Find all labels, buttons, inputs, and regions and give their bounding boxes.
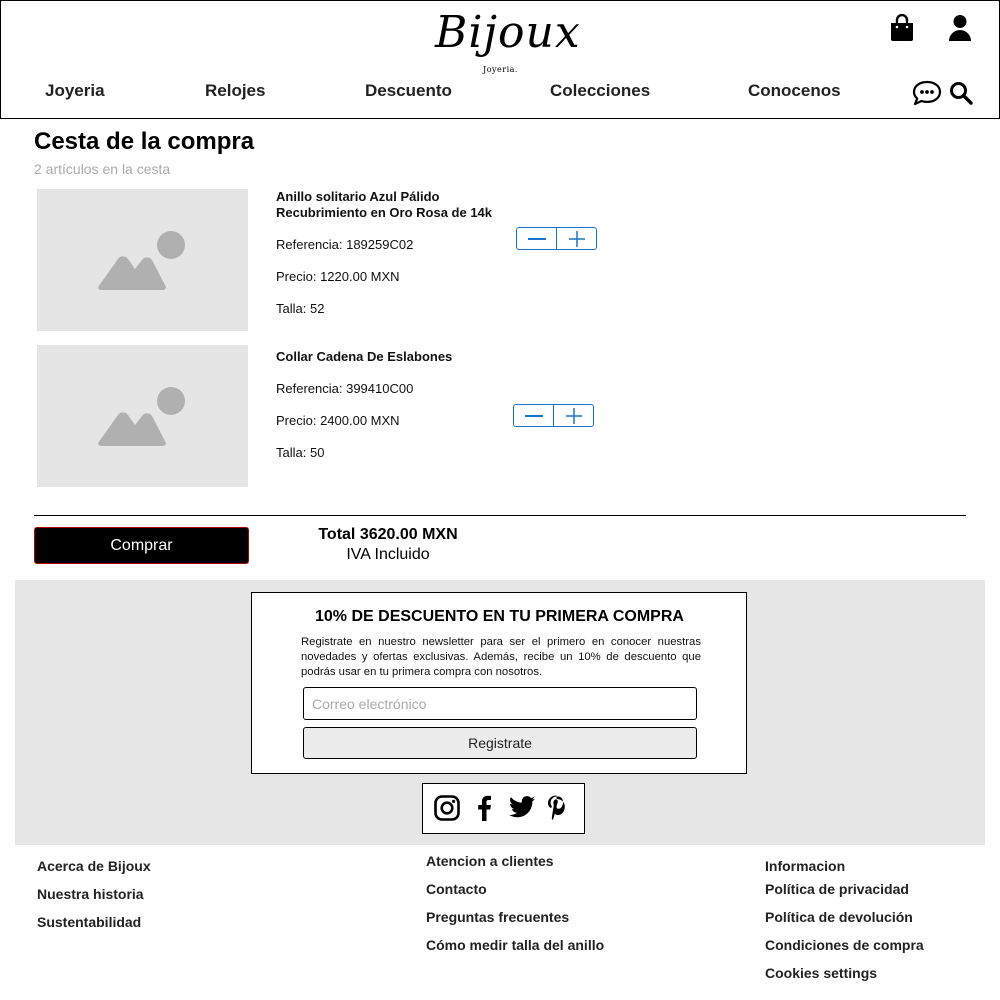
product-name-line2: Recubrimiento en Oro Rosa de 14k <box>276 205 493 220</box>
product-price: Precio: 1220.00 MXN <box>276 269 400 284</box>
product-reference: Referencia: 189259C02 <box>276 237 414 252</box>
minus-icon <box>524 414 543 417</box>
pinterest-icon[interactable] <box>546 795 566 826</box>
nav-item-relojes[interactable]: Relojes <box>205 81 265 101</box>
quantity-stepper <box>516 227 597 250</box>
footer-link-history[interactable]: Nuestra historia <box>37 886 144 902</box>
decrease-quantity-button[interactable] <box>514 405 553 426</box>
product-name: Anillo solitario Azul Pálido <box>276 189 440 204</box>
logo-text: Bijoux <box>435 7 581 58</box>
footer-link-cookies[interactable]: Cookies settings <box>765 965 877 981</box>
newsletter-text: Registrate en nuestro newsletter para se… <box>301 636 701 678</box>
nav-item-colecciones[interactable]: Colecciones <box>550 81 650 101</box>
product-price: Precio: 2400.00 MXN <box>276 413 400 428</box>
total-amount: Total 3620.00 MXN <box>318 526 458 543</box>
order-total: Total 3620.00 MXN IVA Incluido <box>288 525 488 565</box>
register-button[interactable]: Registrate <box>303 727 697 759</box>
product-name: Collar Cadena De Eslabones <box>276 349 453 364</box>
page-title: Cesta de la compra <box>34 128 255 155</box>
facebook-icon[interactable] <box>476 795 492 826</box>
chat-icon[interactable] <box>912 80 942 111</box>
email-input[interactable] <box>303 687 697 720</box>
footer-link-about[interactable]: Acerca de Bijoux <box>37 858 151 874</box>
user-icon[interactable] <box>948 14 972 47</box>
buy-button[interactable]: Comprar <box>34 527 249 564</box>
plus-icon <box>568 230 585 247</box>
shopping-bag-icon[interactable] <box>890 13 914 47</box>
search-icon[interactable] <box>949 81 973 110</box>
footer-heading-info[interactable]: Informacion <box>765 858 845 874</box>
cart-item-details: Collar Cadena De Eslabones Referencia: 3… <box>276 349 453 460</box>
social-links <box>422 783 585 834</box>
newsletter-box: 10% DE DESCUENTO EN TU PRIMERA COMPRA Re… <box>251 592 747 774</box>
main-nav: Joyeria Relojes Descuento Colecciones Co… <box>1 81 901 105</box>
product-image-placeholder <box>37 189 248 331</box>
nav-item-descuento[interactable]: Descuento <box>365 81 452 101</box>
product-size: Talla: 52 <box>276 301 325 316</box>
footer-link-returns[interactable]: Política de devolución <box>765 909 913 925</box>
logo[interactable]: Bijoux Joyeria. <box>435 7 581 74</box>
plus-icon <box>565 407 582 424</box>
footer-link-terms[interactable]: Condiciones de compra <box>765 937 924 953</box>
product-size: Talla: 50 <box>276 445 325 460</box>
footer-link-contact[interactable]: Contacto <box>426 881 487 897</box>
cart-item-details: Anillo solitario Azul Pálido Recubrimien… <box>276 189 493 316</box>
cart-item-count: 2 artículos en la cesta <box>34 161 171 177</box>
increase-quantity-button[interactable] <box>553 405 593 426</box>
logo-subtext: Joyeria. <box>483 65 518 74</box>
product-image-placeholder <box>37 345 248 487</box>
footer-link-ring-size[interactable]: Cómo medir talla del anillo <box>426 937 604 953</box>
nav-item-conocenos[interactable]: Conocenos <box>748 81 841 101</box>
minus-icon <box>527 237 546 240</box>
newsletter-title: 10% DE DESCUENTO EN TU PRIMERA COMPRA <box>315 608 684 625</box>
site-header: Bijoux Joyeria. Joyeria Relojes Descuent… <box>0 0 1000 119</box>
nav-item-joyeria[interactable]: Joyeria <box>45 81 105 101</box>
product-reference: Referencia: 399410C00 <box>276 381 414 396</box>
image-placeholder-icon <box>98 387 185 446</box>
twitter-icon[interactable] <box>509 796 535 823</box>
footer-link-customer-service[interactable]: Atencion a clientes <box>426 853 554 869</box>
footer-link-privacy[interactable]: Política de privacidad <box>765 881 909 897</box>
divider <box>34 515 966 516</box>
image-placeholder-icon <box>98 231 185 290</box>
decrease-quantity-button[interactable] <box>517 228 556 249</box>
footer-link-sustainability[interactable]: Sustentabilidad <box>37 914 141 930</box>
instagram-icon[interactable] <box>434 795 460 826</box>
increase-quantity-button[interactable] <box>556 228 596 249</box>
quantity-stepper <box>513 404 594 427</box>
tax-note: IVA Incluido <box>346 546 430 563</box>
footer-link-faq[interactable]: Preguntas frecuentes <box>426 909 569 925</box>
